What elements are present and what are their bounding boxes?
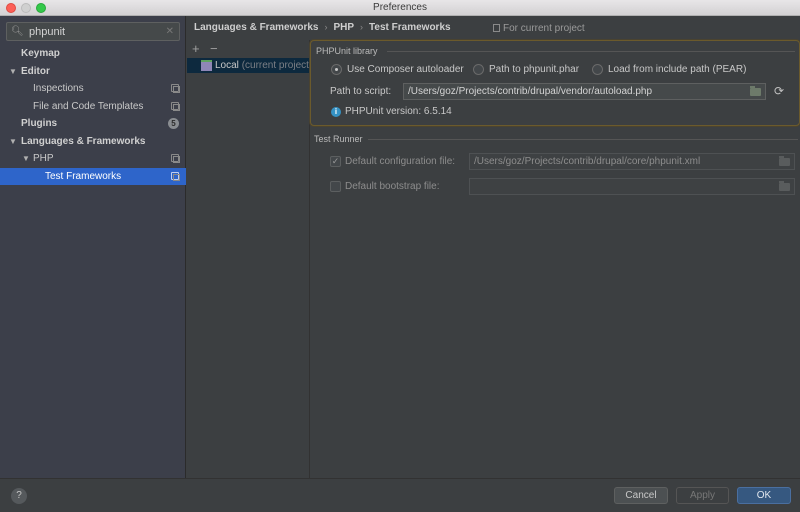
project-settings-icon	[171, 84, 180, 93]
search-icon: 🔍︎	[11, 26, 24, 37]
help-button[interactable]: ?	[11, 488, 27, 504]
browse-folder-icon[interactable]	[779, 181, 790, 191]
test-runner-title: Test Runner	[314, 134, 363, 144]
sidebar-item-label: Editor	[21, 66, 50, 77]
phpunit-library-title: PHPUnit library	[316, 46, 378, 56]
path-to-script-value: /Users/goz/Projects/contrib/drupal/vendo…	[408, 86, 653, 97]
breadcrumb-item: Test Frameworks	[369, 22, 451, 33]
cancel-button[interactable]: Cancel	[614, 487, 668, 504]
for-current-project-text: For current project	[503, 23, 585, 34]
for-current-project-label: For current project	[493, 23, 585, 34]
add-configuration-button[interactable]: +	[192, 41, 200, 56]
default-configuration-file-label[interactable]: Default configuration file:	[345, 156, 455, 167]
default-configuration-file-checkbox[interactable]: ✓	[330, 156, 341, 167]
load-from-include-path-label[interactable]: Load from include path (PEAR)	[608, 64, 746, 75]
search-value: phpunit	[29, 26, 66, 38]
expand-arrow-icon[interactable]: ▼	[9, 133, 17, 150]
browse-folder-icon[interactable]	[779, 156, 790, 166]
group-divider	[387, 51, 795, 52]
path-to-script-label: Path to script:	[330, 86, 392, 97]
sidebar-item-languages-frameworks[interactable]: ▼ Languages & Frameworks	[0, 133, 186, 150]
default-configuration-file-input[interactable]: /Users/goz/Projects/contrib/drupal/core/…	[469, 153, 795, 170]
test-framework-settings: PHPUnit library Use Composer autoloader …	[310, 40, 800, 478]
configuration-sub: (current project)	[241, 60, 310, 71]
configuration-name: Local	[215, 60, 239, 71]
sidebar-item-plugins[interactable]: Plugins 5	[0, 115, 186, 132]
sidebar-item-label: Inspections	[33, 83, 84, 94]
expand-arrow-icon[interactable]: ▼	[22, 150, 30, 167]
apply-button[interactable]: Apply	[676, 487, 729, 504]
window-title: Preferences	[373, 2, 427, 13]
default-bootstrap-file-checkbox[interactable]	[330, 181, 341, 192]
breadcrumb-separator-icon: ›	[360, 22, 364, 32]
breadcrumb-item: Languages & Frameworks	[194, 22, 319, 33]
settings-main-panel: Languages & Frameworks › PHP › Test Framewor…	[187, 16, 800, 478]
ok-button[interactable]: OK	[737, 487, 791, 504]
phpunit-version-text: PHPUnit version: 6.5.14	[345, 106, 452, 117]
project-settings-icon	[493, 24, 500, 32]
dialog-footer: ? Cancel Apply OK	[0, 478, 800, 512]
sidebar-item-editor[interactable]: ▼ Editor	[0, 63, 186, 80]
refresh-icon[interactable]: ⟳	[774, 85, 785, 97]
breadcrumb: Languages & Frameworks › PHP › Test Framewor…	[194, 22, 451, 33]
sidebar-item-label: Keymap	[21, 48, 60, 59]
title-bar: Preferences	[0, 0, 800, 16]
group-divider	[368, 139, 798, 140]
php-interpreter-icon	[201, 60, 212, 71]
use-composer-autoloader-label[interactable]: Use Composer autoloader	[347, 64, 464, 75]
sidebar-item-label: PHP	[33, 153, 54, 164]
browse-folder-icon[interactable]	[750, 86, 761, 96]
sidebar-item-test-frameworks[interactable]: Test Frameworks	[0, 168, 186, 185]
default-configuration-file-value: /Users/goz/Projects/contrib/drupal/core/…	[474, 156, 701, 167]
preferences-window: Preferences 🔍︎ phpunit ✕ Keymap ▼ Editor…	[0, 0, 800, 512]
configuration-item-local[interactable]: Local (current project)	[187, 58, 310, 73]
sidebar-item-keymap[interactable]: Keymap	[0, 45, 186, 62]
breadcrumb-item: PHP	[333, 22, 355, 33]
expand-arrow-icon[interactable]: ▼	[9, 63, 17, 80]
plugins-count-badge: 5	[168, 118, 179, 129]
project-settings-icon	[171, 154, 180, 163]
info-icon: i	[331, 107, 341, 117]
sidebar-item-label: Test Frameworks	[45, 171, 122, 182]
project-settings-icon	[171, 102, 180, 111]
configuration-list-pane: + − Local (current project)	[187, 40, 310, 478]
load-from-include-path-radio[interactable]	[592, 64, 603, 75]
settings-search-input[interactable]: 🔍︎ phpunit ✕	[6, 22, 180, 41]
path-to-script-input[interactable]: /Users/goz/Projects/contrib/drupal/vendo…	[403, 83, 766, 100]
path-to-phpunit-phar-label[interactable]: Path to phpunit.phar	[489, 64, 579, 75]
sidebar-item-file-and-code-templates[interactable]: File and Code Templates	[0, 98, 186, 115]
sidebar-item-label: Plugins	[21, 118, 58, 129]
project-settings-icon	[171, 172, 180, 181]
remove-configuration-button[interactable]: −	[210, 41, 218, 56]
clear-icon[interactable]: ✕	[166, 26, 174, 37]
breadcrumb-separator-icon: ›	[324, 22, 328, 32]
default-bootstrap-file-input[interactable]	[469, 178, 795, 195]
use-composer-autoloader-radio[interactable]	[331, 64, 342, 75]
sidebar-item-inspections[interactable]: Inspections	[0, 80, 186, 97]
sidebar-item-label: File and Code Templates	[33, 101, 144, 112]
path-to-phpunit-phar-radio[interactable]	[473, 64, 484, 75]
sidebar-item-label: Languages & Frameworks	[21, 136, 146, 147]
settings-sidebar: 🔍︎ phpunit ✕ Keymap ▼ Editor Inspections…	[0, 16, 186, 478]
phpunit-library-group: PHPUnit library Use Composer autoloader …	[310, 40, 800, 126]
default-bootstrap-file-label[interactable]: Default bootstrap file:	[345, 181, 440, 192]
sidebar-item-php[interactable]: ▼ PHP	[0, 150, 186, 167]
